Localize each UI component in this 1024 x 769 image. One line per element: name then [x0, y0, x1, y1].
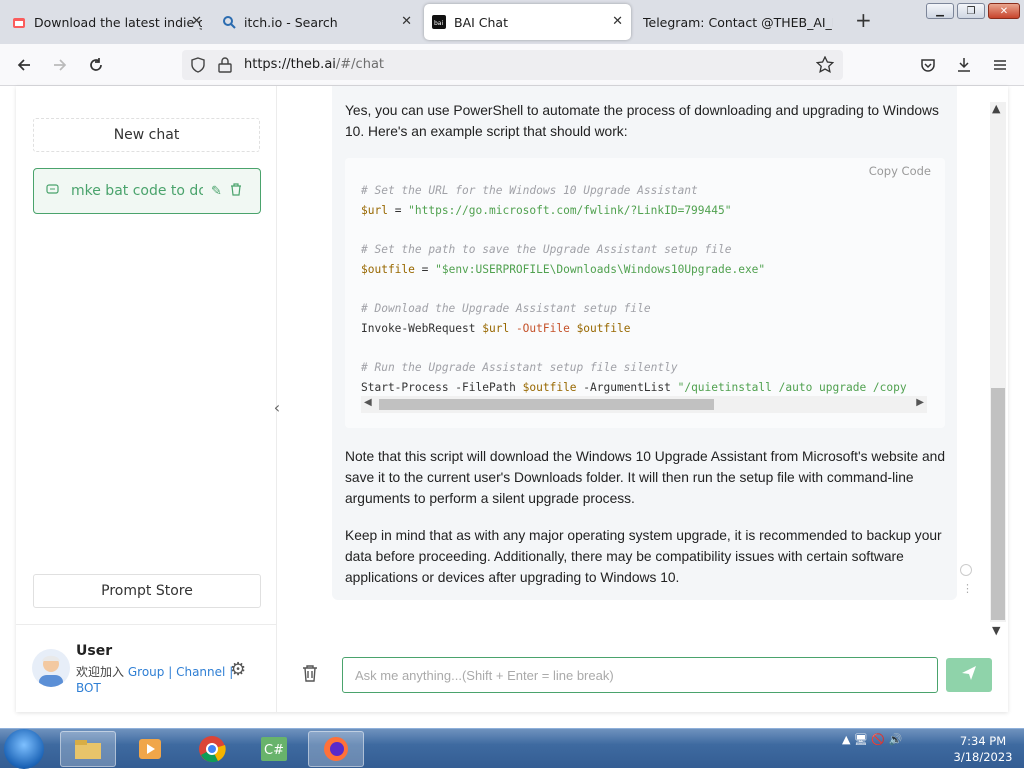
- send-button[interactable]: [946, 658, 992, 692]
- shield-icon[interactable]: [190, 57, 206, 77]
- close-tab-icon[interactable]: ✕: [191, 14, 202, 29]
- page-content: New chat mke bat code to download... ✎ P…: [0, 86, 1024, 728]
- chat-bubble-icon: [46, 183, 59, 200]
- user-panel: User 欢迎加入 Group | Channel | BOT ⚙: [16, 624, 277, 712]
- downloads-icon[interactable]: [952, 53, 976, 77]
- copy-circle-icon[interactable]: [960, 564, 972, 576]
- menu-hamburger-icon[interactable]: [988, 53, 1012, 77]
- browser-tab-strip: Download the latest indie games ✕ itch.i…: [0, 0, 1024, 44]
- code-horizontal-scrollbar[interactable]: ◀ ▶: [361, 396, 927, 413]
- chat-main: Yes, you can use PowerShell to automate …: [278, 86, 1008, 712]
- url-text[interactable]: https://theb.ai/#/chat: [244, 57, 384, 72]
- itch-icon: [12, 15, 26, 29]
- code-line: $outfile = "$env:USERPROFILE\Downloads\W…: [361, 263, 766, 276]
- clock[interactable]: 7:34 PM 3/18/2023: [948, 733, 1018, 765]
- lock-icon[interactable]: [218, 57, 232, 77]
- user-name: User: [76, 643, 113, 659]
- search-icon: [222, 15, 236, 29]
- window-close-button[interactable]: ✕: [988, 3, 1020, 19]
- delete-trash-icon[interactable]: [230, 182, 242, 200]
- code-line: # Set the URL for the Windows 10 Upgrade…: [361, 184, 698, 197]
- csharp-app-icon[interactable]: C#: [246, 731, 302, 767]
- prompt-store-button[interactable]: Prompt Store: [33, 574, 261, 608]
- sidebar: New chat mke bat code to download... ✎ P…: [16, 86, 277, 712]
- scroll-up-arrow-icon[interactable]: ▲: [992, 102, 1000, 115]
- copy-code-button[interactable]: Copy Code: [869, 164, 931, 178]
- code-block: Copy Code # Set the URL for the Windows …: [345, 158, 945, 428]
- assistant-message: Yes, you can use PowerShell to automate …: [332, 86, 973, 600]
- scrollbar-thumb[interactable]: [379, 399, 714, 410]
- tab-itch-search[interactable]: itch.io - Search ✕: [214, 4, 420, 40]
- file-explorer-icon[interactable]: [60, 731, 116, 767]
- code-line: # Set the path to save the Upgrade Assis…: [361, 243, 732, 256]
- tab-itch-download[interactable]: Download the latest indie games ✕: [4, 4, 210, 40]
- code-line: $url = "https://go.microsoft.com/fwlink/…: [361, 204, 732, 217]
- user-join-links: 欢迎加入 Group | Channel | BOT: [76, 665, 234, 695]
- scroll-down-arrow-icon[interactable]: ▼: [992, 624, 1000, 637]
- close-tab-icon[interactable]: ✕: [612, 14, 623, 29]
- channel-link[interactable]: Channel: [176, 665, 225, 679]
- group-link[interactable]: Group: [128, 665, 165, 679]
- message-keep-in-mind: Keep in mind that as with any major oper…: [345, 528, 942, 585]
- avatar[interactable]: [32, 649, 70, 687]
- code-line: Start-Process -FilePath $outfile -Argume…: [361, 381, 907, 394]
- vertical-scrollbar-thumb[interactable]: [991, 388, 1005, 620]
- code-line: # Run the Upgrade Assistant setup file s…: [361, 361, 678, 374]
- forward-arrow-icon[interactable]: [48, 53, 72, 77]
- chat-input-row: Ask me anything...(Shift + Enter = line …: [278, 646, 1008, 706]
- svg-text:bai: bai: [434, 20, 443, 27]
- send-arrow-icon: [961, 665, 977, 685]
- system-tray-icons[interactable]: ▲ 🖥 🚫 🔊: [842, 733, 902, 746]
- chat-history-item[interactable]: mke bat code to download... ✎: [33, 168, 261, 214]
- tab-telegram[interactable]: Telegram: Contact @THEB_AI_BOT: [635, 4, 841, 40]
- bookmark-star-icon[interactable]: [815, 55, 835, 78]
- windows-taskbar: C# ▲ 🖥 🚫 🔊 7:34 PM 3/18/2023: [0, 728, 1024, 769]
- svg-text:C#: C#: [264, 743, 284, 758]
- minimize-button[interactable]: ▁: [926, 3, 954, 19]
- chat-input[interactable]: Ask me anything...(Shift + Enter = line …: [342, 657, 938, 693]
- start-button[interactable]: [4, 729, 44, 769]
- tab-bai-chat[interactable]: bai BAI Chat ✕: [424, 4, 631, 40]
- clear-chat-trash-icon[interactable]: [302, 664, 318, 686]
- back-arrow-icon[interactable]: [12, 53, 36, 77]
- navigation-bar: https://theb.ai/#/chat: [0, 44, 1024, 86]
- firefox-icon[interactable]: [308, 731, 364, 767]
- bai-logo-icon: bai: [432, 15, 446, 29]
- message-intro: Yes, you can use PowerShell to automate …: [345, 103, 939, 139]
- maximize-button[interactable]: ❐: [957, 3, 985, 19]
- link-separator: |: [168, 665, 173, 679]
- chrome-icon[interactable]: [184, 731, 240, 767]
- edit-pencil-icon[interactable]: ✎: [211, 184, 222, 199]
- close-tab-icon[interactable]: ✕: [401, 14, 412, 29]
- address-bar[interactable]: https://theb.ai/#/chat: [182, 50, 843, 80]
- new-tab-button[interactable]: +: [855, 10, 872, 30]
- more-options-icon[interactable]: ⋮: [962, 582, 973, 595]
- reload-icon[interactable]: [84, 53, 108, 77]
- scroll-right-arrow-icon[interactable]: ▶: [916, 397, 924, 408]
- scroll-left-arrow-icon[interactable]: ◀: [364, 397, 372, 408]
- bot-link[interactable]: BOT: [76, 681, 101, 695]
- media-player-icon[interactable]: [122, 731, 178, 767]
- code-line: # Download the Upgrade Assistant setup f…: [361, 302, 651, 315]
- pocket-icon[interactable]: [916, 53, 940, 77]
- code-line: Invoke-WebRequest $url -OutFile $outfile: [361, 322, 631, 335]
- settings-gear-icon[interactable]: ⚙: [230, 659, 246, 680]
- new-chat-button[interactable]: New chat: [33, 118, 260, 152]
- chat-history-label: mke bat code to download...: [71, 183, 203, 199]
- chat-app: New chat mke bat code to download... ✎ P…: [16, 86, 1008, 712]
- message-note: Note that this script will download the …: [345, 449, 946, 506]
